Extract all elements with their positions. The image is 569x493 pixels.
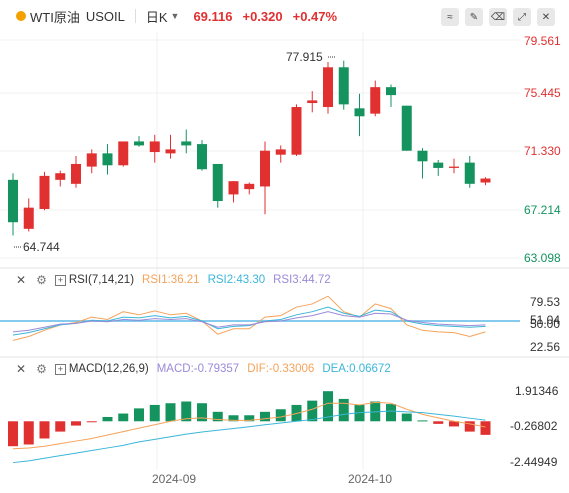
price-tick: 63.098 (524, 251, 561, 265)
candle-body (244, 183, 255, 190)
candle-body (197, 144, 207, 170)
x-axis: 2024-09 2024-10 (152, 472, 392, 486)
candle-body (275, 149, 286, 155)
macd-bar (260, 411, 270, 422)
x-tick: 2024-09 (152, 472, 196, 486)
macd-bar (71, 421, 81, 426)
dif-value: DIF:-0.33006 (247, 363, 315, 375)
x-tick: 2024-10 (348, 472, 392, 486)
macd-title: MACD(12,26,9) (68, 363, 149, 375)
macd-bar (118, 413, 129, 422)
macd-bar (39, 421, 50, 439)
rsi-legend: ✕ ⚙ + RSI(7,14,21) RSI1:36.21 RSI2:43.30… (0, 271, 331, 289)
candle-body (23, 207, 34, 229)
rsi-axis: 79.53 51.04 50.00 22.56 (530, 295, 560, 354)
rsi-series-rsi1 (12, 295, 486, 341)
macd-bar (23, 421, 34, 445)
rsi-tick: 22.56 (530, 340, 560, 354)
macd-tick: 1.91346 (515, 384, 559, 398)
candle-body (71, 163, 81, 184)
candle-body (212, 163, 223, 202)
candle-body (464, 162, 475, 184)
candle-body (417, 150, 428, 162)
candle-body (323, 67, 333, 108)
candle-body (165, 149, 176, 154)
candle-body (181, 141, 192, 146)
rsi1-value: RSI1:36.21 (142, 274, 200, 286)
plus-icon[interactable]: + (54, 274, 66, 286)
candle-body (354, 108, 365, 117)
rsi2-value: RSI2:43.30 (207, 274, 266, 286)
candle-body (118, 141, 129, 166)
macd-value: MACD:-0.79357 (156, 363, 240, 375)
macd-bar (338, 398, 349, 422)
candle-body (8, 179, 18, 223)
gear-icon[interactable]: ⚙ (36, 362, 47, 376)
macd-tick: -2.44949 (510, 455, 558, 469)
candle-body (307, 100, 318, 104)
dea-value: DEA:0.06672 (322, 363, 391, 375)
macd-bar (307, 400, 318, 422)
macd-bar (86, 421, 97, 423)
grid-lines (0, 32, 520, 470)
chart-canvas[interactable]: 79.561 75.445 71.330 67.214 63.098 77.91… (0, 0, 569, 493)
candle-body (370, 87, 381, 114)
rsi-lines (0, 295, 520, 341)
macd-tick: -0.26802 (510, 419, 558, 433)
macd-axis: 1.91346 -0.26802 -2.44949 (510, 384, 559, 469)
price-axis: 79.561 75.445 71.330 67.214 63.098 (524, 34, 561, 265)
macd-bar (165, 403, 176, 422)
price-tick: 75.445 (524, 86, 561, 100)
macd-bar (480, 421, 491, 435)
candle-body (449, 166, 459, 168)
rsi-tick: 50.00 (530, 317, 560, 331)
candle-body (386, 87, 396, 96)
close-icon[interactable]: ✕ (16, 362, 26, 376)
candles (8, 60, 491, 236)
candle-body (260, 150, 270, 187)
candle-body (86, 153, 97, 167)
plus-icon[interactable]: + (54, 363, 66, 375)
macd-bar (275, 409, 286, 422)
macd-bar (8, 421, 18, 447)
macd-bar (433, 421, 444, 424)
macd-histogram (8, 391, 491, 447)
macd-legend: ✕ ⚙ + MACD(12,26,9) MACD:-0.79357 DIF:-0… (0, 360, 391, 378)
low-annotation: 64.744 (23, 240, 60, 254)
candle-body (228, 181, 239, 195)
macd-bar (386, 404, 396, 422)
candle-body (291, 107, 302, 155)
macd-bar (55, 421, 66, 432)
candle-body (338, 67, 349, 105)
candle-body (134, 141, 144, 146)
dif-line (12, 401, 486, 450)
candle-body (102, 153, 113, 166)
rsi3-value: RSI3:44.72 (273, 274, 331, 286)
macd-bar (417, 420, 428, 422)
candle-body (433, 162, 444, 168)
macd-bar (102, 416, 113, 422)
candle-body (480, 178, 491, 183)
candle-body (401, 105, 412, 151)
candle-body (55, 173, 66, 180)
price-tick: 67.214 (524, 203, 561, 217)
macd-bar (149, 404, 160, 422)
candle-body (149, 141, 160, 153)
candle-body (39, 175, 50, 209)
macd-bar (134, 408, 144, 422)
price-tick: 79.561 (524, 34, 561, 48)
price-tick: 71.330 (524, 144, 561, 158)
gear-icon[interactable]: ⚙ (36, 273, 47, 287)
close-icon[interactable]: ✕ (16, 273, 26, 287)
macd-lines (12, 401, 486, 464)
macd-bar (401, 413, 412, 422)
rsi-tick: 79.53 (530, 295, 560, 309)
high-annotation: 77.915 (286, 50, 323, 64)
rsi-title: RSI(7,14,21) (68, 274, 135, 286)
